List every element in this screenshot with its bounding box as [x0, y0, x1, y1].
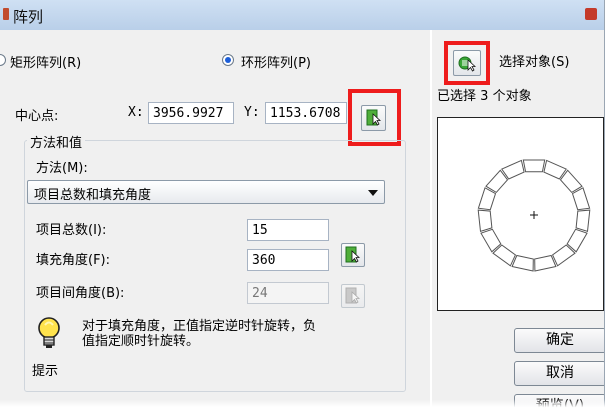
- tip-text-line2: 值指定顺时针旋转。: [82, 334, 200, 349]
- selected-suffix: 个对象: [492, 89, 532, 104]
- method-label: 方法(M):: [36, 161, 88, 176]
- selected-count-text: 已选择 3 个对象: [437, 85, 532, 104]
- array-item: [477, 209, 493, 233]
- panel-divider: [430, 30, 432, 410]
- array-item: [575, 209, 591, 233]
- radio-dot: [225, 57, 231, 63]
- selected-prefix: 已选择: [437, 89, 477, 104]
- array-dialog: 阵列 矩形阵列(R) 环形阵列(P) 选择对象(S) 已选择 3 个对象 中心点…: [0, 0, 605, 411]
- tip-text: 对于填充角度，正值指定逆时针旋转，负 值指定顺时针旋转。: [82, 319, 316, 349]
- preview-canvas: [477, 159, 591, 272]
- polar-array-label: 环形阵列(P): [241, 56, 311, 71]
- total-items-input[interactable]: [247, 219, 329, 241]
- array-item: [571, 187, 591, 211]
- center-y-input[interactable]: [265, 102, 347, 124]
- select-objects-label: 选择对象(S): [499, 55, 570, 70]
- select-objects-icon: [458, 56, 477, 72]
- pick-point-icon: [366, 109, 381, 126]
- app-icon: [3, 8, 9, 20]
- center-x-label: X:: [128, 105, 144, 120]
- cancel-button[interactable]: 取消: [514, 361, 604, 386]
- pick-point-icon: [345, 287, 361, 304]
- angle-between-input: [247, 282, 329, 304]
- rect-array-label: 矩形阵列(R): [10, 56, 82, 71]
- array-item: [477, 187, 497, 211]
- tip-label: 提示: [32, 364, 59, 379]
- method-group-title: 方法和值: [27, 132, 86, 151]
- ok-button[interactable]: 确定: [514, 328, 604, 353]
- method-dropdown[interactable]: 项目总数和填充角度: [27, 180, 385, 204]
- array-item: [485, 169, 509, 194]
- array-item: [522, 159, 546, 173]
- lightbulb-icon: [36, 316, 62, 354]
- radio-circle: [0, 54, 6, 66]
- pick-center-button[interactable]: [361, 105, 386, 131]
- center-x-input[interactable]: [148, 102, 234, 124]
- tip-text-line1: 对于填充角度，正值指定逆时针旋转，负: [82, 319, 317, 334]
- pick-point-icon: [345, 246, 361, 263]
- close-icon[interactable]: [585, 8, 597, 20]
- pick-angle-between-button: [341, 284, 365, 308]
- radio-circle: [222, 54, 234, 66]
- center-y-label: Y:: [244, 105, 260, 120]
- method-dropdown-value: 项目总数和填充角度: [34, 188, 152, 203]
- title-bar[interactable]: [0, 0, 604, 30]
- array-item: [559, 169, 583, 194]
- fill-angle-input[interactable]: [247, 249, 329, 271]
- selected-count: 3: [480, 89, 489, 104]
- window-title: 阵列: [13, 8, 44, 26]
- select-objects-button[interactable]: [453, 50, 481, 76]
- fill-angle-label: 填充角度(F):: [36, 253, 111, 268]
- array-item: [534, 254, 557, 272]
- center-point-label: 中心点:: [15, 109, 59, 124]
- array-item: [511, 254, 534, 272]
- array-preview: [437, 117, 604, 311]
- pick-fill-angle-button[interactable]: [341, 243, 365, 267]
- angle-between-label: 项目间角度(B):: [36, 286, 125, 301]
- total-items-label: 项目总数(I):: [36, 223, 107, 238]
- chevron-down-icon: [368, 190, 378, 196]
- polar-array-radio[interactable]: [222, 54, 234, 66]
- bottom-fade: [0, 399, 611, 411]
